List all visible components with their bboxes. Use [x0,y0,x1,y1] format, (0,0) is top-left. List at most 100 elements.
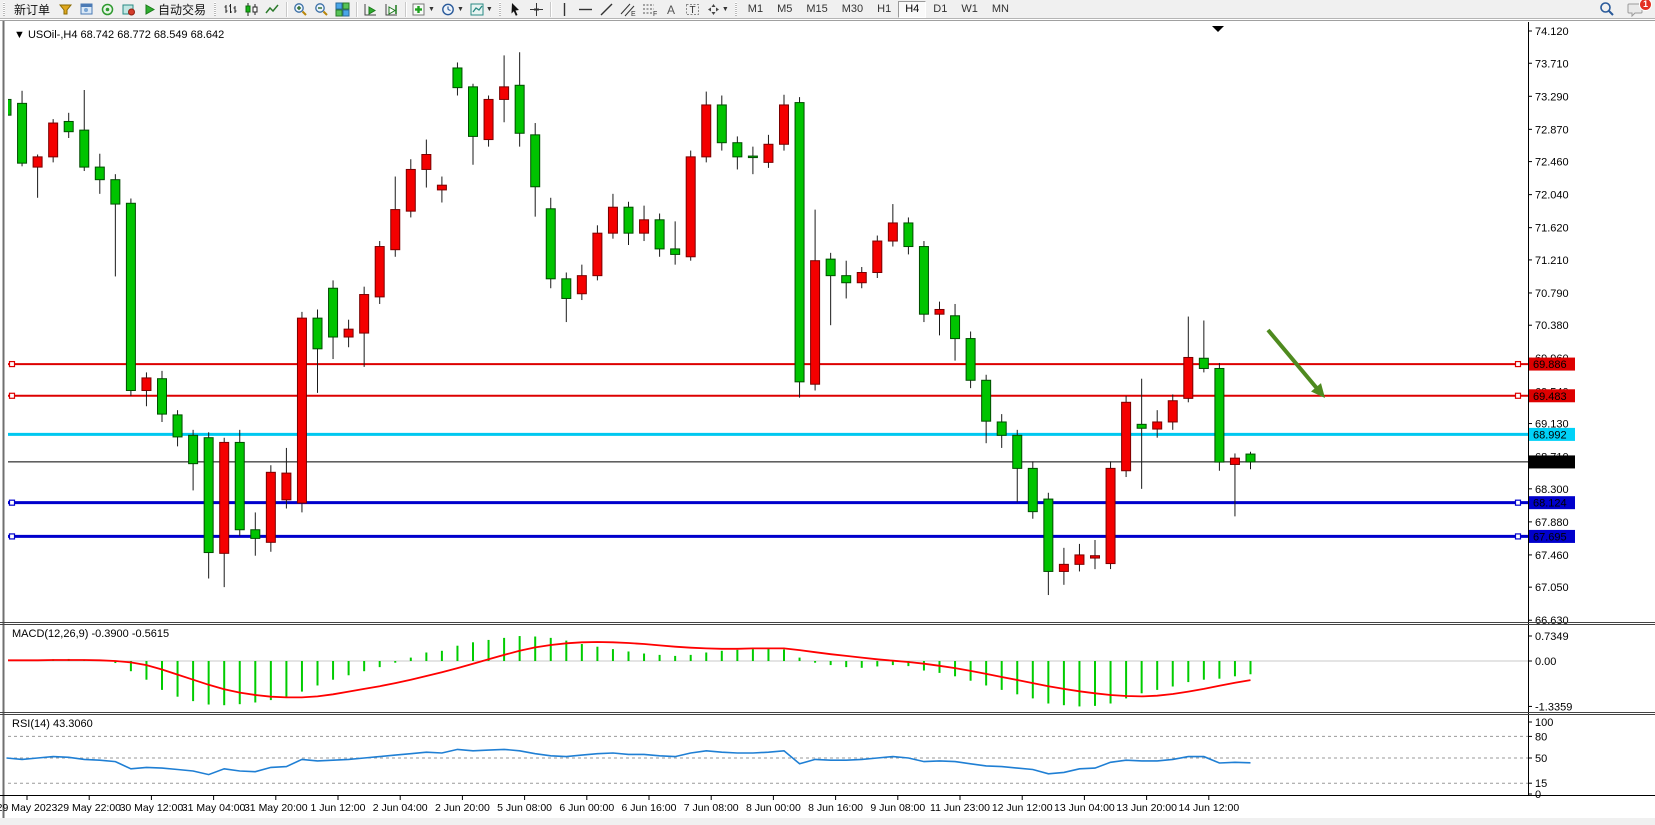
x-axis-label: 9 Jun 08:00 [870,802,925,814]
candlestick [888,223,897,241]
timeframe-group: M1M5M15M30H1H4D1W1MN [741,1,1016,18]
terminal-icon[interactable] [118,1,139,18]
template-icon[interactable]: ▼ [467,1,496,18]
candlestick [282,473,291,500]
candlestick [1153,422,1162,429]
candlestick-icon[interactable] [241,1,262,18]
chart-canvas[interactable]: 74.12073.71073.29072.87072.46072.04071.6… [0,0,1655,825]
candlestick [49,123,58,157]
candlestick [235,442,244,529]
toolbar-grip[interactable] [498,2,503,16]
x-axis-label: 30 May 12:00 [120,802,184,814]
timeframe-mn[interactable]: MN [985,1,1016,18]
x-axis-label: 12 Jun 12:00 [992,802,1053,814]
hline-handle[interactable] [10,362,15,367]
zoom-in-icon[interactable] [290,1,311,18]
y-axis-label: 72.040 [1535,190,1569,202]
hline-handle[interactable] [1516,534,1521,539]
crosshair-icon[interactable] [526,1,547,18]
chevron-down-icon: ▼ [722,6,729,13]
timeframe-h4[interactable]: H4 [898,1,926,18]
candlestick [702,105,711,157]
channel-icon[interactable]: E [617,1,639,18]
candlestick [33,157,42,167]
y-axis-label: 71.210 [1535,255,1569,267]
new-order-button[interactable]: 新订单 [9,1,55,18]
navigator-icon[interactable] [97,1,118,18]
candlestick [1246,454,1255,462]
funnel-icon[interactable] [55,1,76,18]
period-icon[interactable]: ▼ [438,1,467,18]
candlestick [951,316,960,339]
window-bottom-strip [0,818,1655,825]
timeframe-h1[interactable]: H1 [870,1,898,18]
hline-handle[interactable] [1516,393,1521,398]
candlestick [717,105,726,143]
y-axis-label: 73.290 [1535,91,1569,103]
candlestick [904,223,913,247]
search-icon[interactable] [1596,1,1618,18]
candlestick [1122,402,1131,470]
auto-trading-button[interactable]: 自动交易 [139,1,211,18]
y-axis-label: 73.710 [1535,58,1569,70]
trendline-icon[interactable] [596,1,617,18]
candlestick [671,249,680,255]
candlestick [142,378,151,391]
timeframe-m5[interactable]: M5 [770,1,799,18]
toolbar-grip[interactable] [2,2,7,16]
label-icon[interactable]: T [682,1,703,18]
candlestick [1199,358,1208,368]
macd-axis-label: 0.7349 [1535,631,1569,643]
hline-handle[interactable] [1516,362,1521,367]
arrows-icon[interactable]: ▼ [703,1,732,18]
candlestick [795,103,804,382]
hline-handle[interactable] [1516,500,1521,505]
bar-chart-icon[interactable] [220,1,241,18]
candlestick [764,144,773,162]
vline-icon[interactable] [554,1,575,18]
add-indicator-icon[interactable]: ▼ [409,1,438,18]
tile-windows-icon[interactable] [332,1,353,18]
candlestick [1106,468,1115,563]
fibo-icon[interactable]: F [639,1,661,18]
candlestick [608,207,617,233]
line-chart-icon[interactable] [262,1,283,18]
toolbar-grip[interactable] [213,2,218,16]
x-axis-label: 2 Jun 04:00 [373,802,428,814]
notifications-icon[interactable]: 1 [1624,1,1647,18]
candlestick [297,318,306,503]
y-axis-label: 70.790 [1535,288,1569,300]
candlestick [158,379,167,414]
timeframe-w1[interactable]: W1 [954,1,985,18]
macd-axis-label: -1.3359 [1535,701,1572,713]
zoom-out-icon[interactable] [311,1,332,18]
x-axis-label: 6 Jun 00:00 [559,802,614,814]
hline-handle[interactable] [10,500,15,505]
hline-icon[interactable] [575,1,596,18]
text-icon[interactable]: A [661,1,682,18]
chart-shift-icon[interactable] [381,1,402,18]
new-order-label: 新订单 [14,1,50,18]
candlestick [360,295,369,334]
y-axis-label: 67.050 [1535,582,1569,594]
candlestick [173,415,182,437]
x-axis-label: 13 Jun 04:00 [1054,802,1115,814]
timeframe-m15[interactable]: M15 [799,1,834,18]
candlestick [375,247,384,297]
candlestick [748,156,757,158]
price-badge-label: 68.992 [1533,429,1567,441]
hline-handle[interactable] [10,393,15,398]
x-axis-label: 31 May 20:00 [244,802,308,814]
play-icon [144,4,155,15]
svg-text:A: A [667,3,675,17]
toolbar-grip[interactable] [734,2,739,16]
svg-text:T: T [689,5,695,16]
hline-handle[interactable] [10,534,15,539]
candlestick [500,87,509,100]
timeframe-m30[interactable]: M30 [835,1,870,18]
market-watch-icon[interactable] [76,1,97,18]
timeframe-m1[interactable]: M1 [741,1,770,18]
cursor-icon[interactable] [505,1,526,18]
auto-scroll-icon[interactable] [360,1,381,18]
timeframe-d1[interactable]: D1 [926,1,954,18]
